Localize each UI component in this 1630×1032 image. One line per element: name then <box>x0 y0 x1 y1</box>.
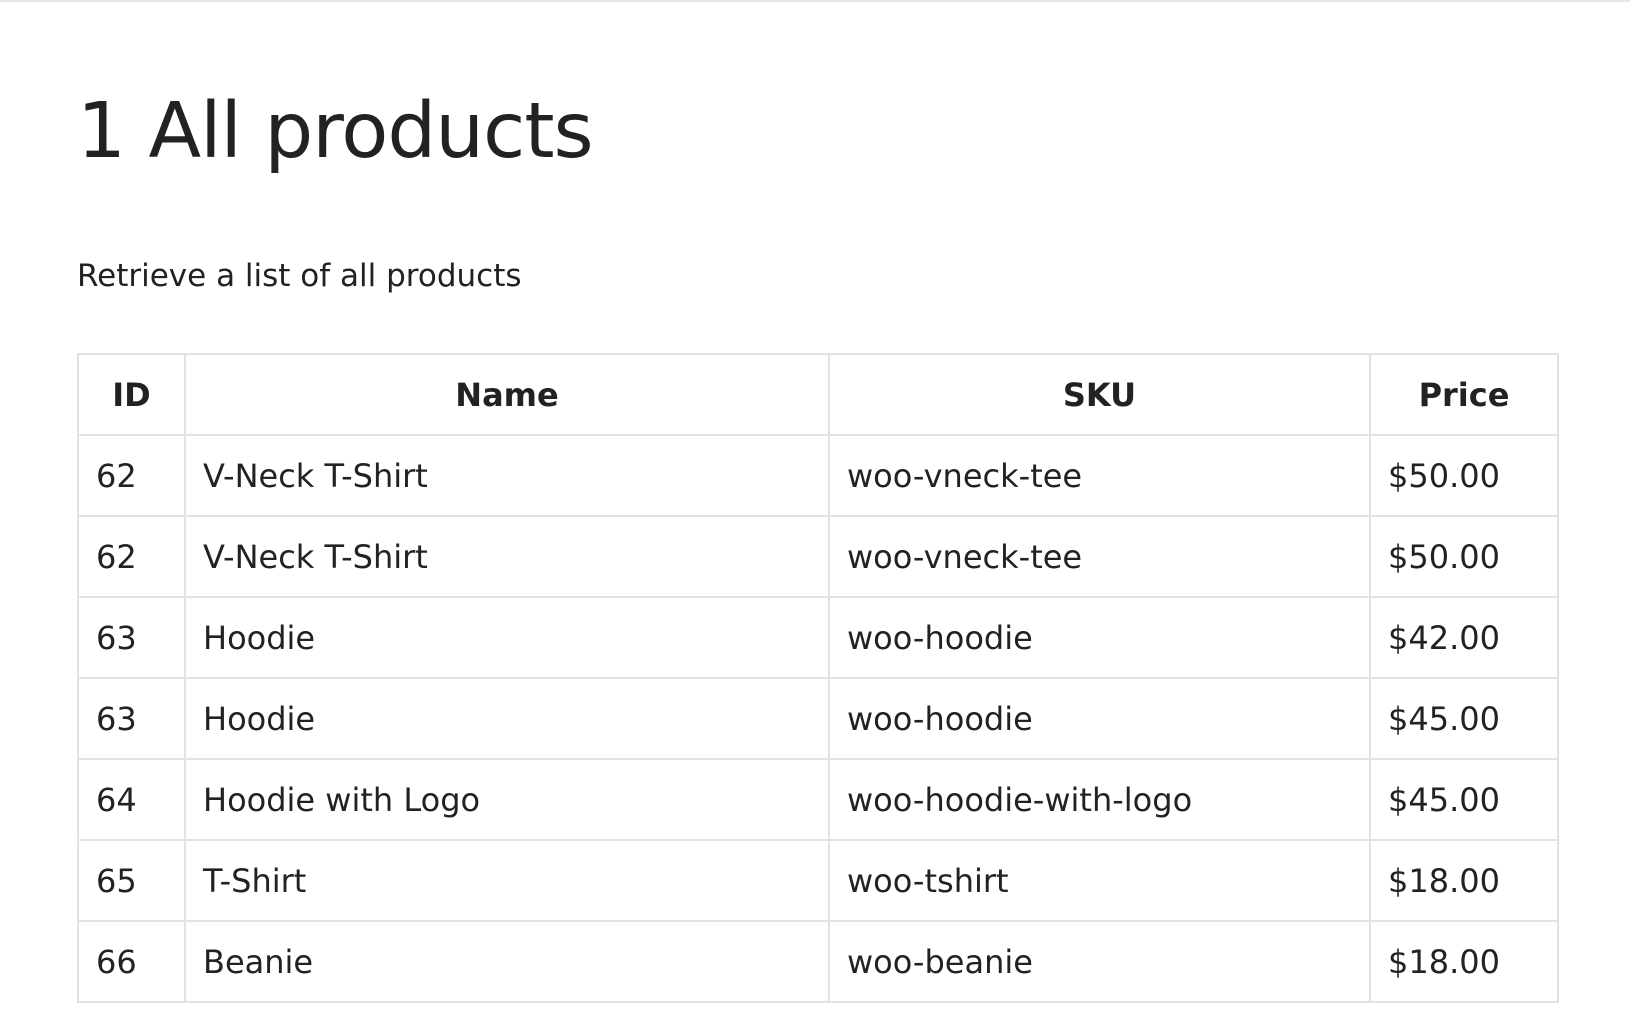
top-divider <box>0 0 1630 2</box>
cell-id: 62 <box>77 434 186 517</box>
cell-id: 66 <box>77 920 186 1003</box>
cell-sku: woo-hoodie <box>828 596 1371 679</box>
cell-sku: woo-hoodie <box>828 677 1371 760</box>
cell-name: Beanie <box>184 920 830 1003</box>
cell-sku: woo-vneck-tee <box>828 515 1371 598</box>
page-description: Retrieve a list of all products <box>77 258 522 294</box>
table-row: 63 Hoodie woo-hoodie $42.00 <box>77 596 1559 679</box>
cell-name: V-Neck T-Shirt <box>184 515 830 598</box>
cell-sku: woo-hoodie-with-logo <box>828 758 1371 841</box>
table-row: 62 V-Neck T-Shirt woo-vneck-tee $50.00 <box>77 434 1559 517</box>
column-header-id: ID <box>77 353 186 436</box>
cell-name: Hoodie <box>184 596 830 679</box>
cell-name: T-Shirt <box>184 839 830 922</box>
cell-sku: woo-beanie <box>828 920 1371 1003</box>
cell-price: $42.00 <box>1369 596 1559 679</box>
cell-price: $50.00 <box>1369 434 1559 517</box>
cell-id: 63 <box>77 677 186 760</box>
cell-id: 62 <box>77 515 186 598</box>
table-row: 62 V-Neck T-Shirt woo-vneck-tee $50.00 <box>77 515 1559 598</box>
table-row: 63 Hoodie woo-hoodie $45.00 <box>77 677 1559 760</box>
cell-name: V-Neck T-Shirt <box>184 434 830 517</box>
cell-name: Hoodie with Logo <box>184 758 830 841</box>
cell-id: 65 <box>77 839 186 922</box>
table-row: 65 T-Shirt woo-tshirt $18.00 <box>77 839 1559 922</box>
column-header-name: Name <box>184 353 830 436</box>
cell-sku: woo-vneck-tee <box>828 434 1371 517</box>
cell-id: 64 <box>77 758 186 841</box>
table-row: 64 Hoodie with Logo woo-hoodie-with-logo… <box>77 758 1559 841</box>
table-header-row: ID Name SKU Price <box>77 353 1559 436</box>
products-table: ID Name SKU Price 62 V-Neck T-Shirt woo-… <box>77 353 1559 1003</box>
table-row: 66 Beanie woo-beanie $18.00 <box>77 920 1559 1003</box>
cell-price: $45.00 <box>1369 677 1559 760</box>
cell-name: Hoodie <box>184 677 830 760</box>
cell-price: $50.00 <box>1369 515 1559 598</box>
page-title: 1 All products <box>77 87 594 176</box>
column-header-sku: SKU <box>828 353 1371 436</box>
column-header-price: Price <box>1369 353 1559 436</box>
cell-price: $18.00 <box>1369 920 1559 1003</box>
cell-sku: woo-tshirt <box>828 839 1371 922</box>
cell-price: $45.00 <box>1369 758 1559 841</box>
cell-price: $18.00 <box>1369 839 1559 922</box>
cell-id: 63 <box>77 596 186 679</box>
